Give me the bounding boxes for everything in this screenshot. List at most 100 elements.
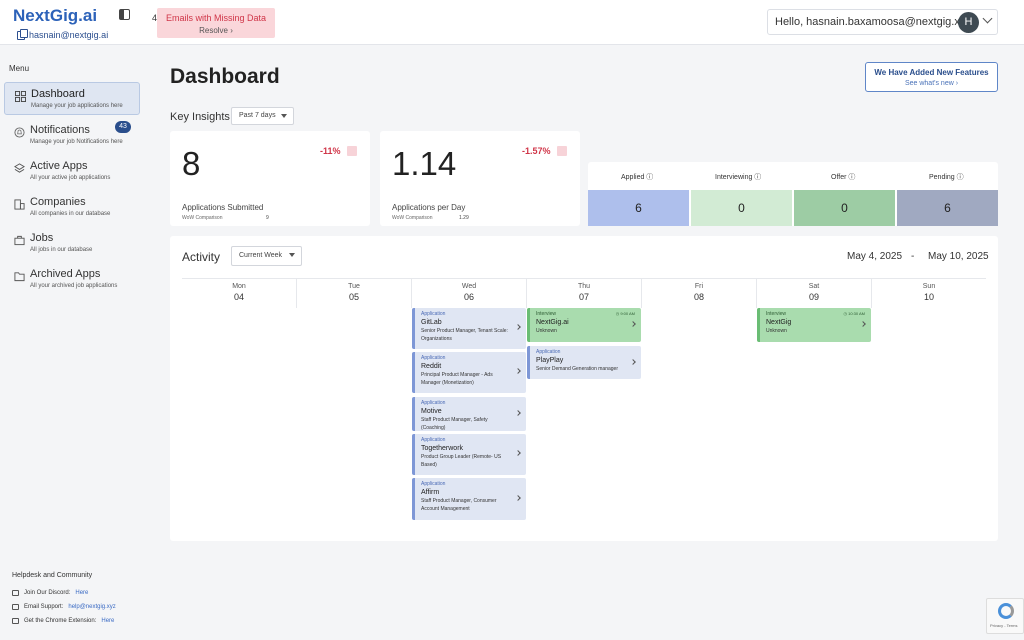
resolve-link[interactable]: Resolve › [157,26,275,35]
sidebar-item-subtitle: Manage your job applications here [31,103,123,109]
status-value-interviewing[interactable]: 0 [691,190,792,226]
stat-change: -1.57% [522,146,551,156]
activity-event-card[interactable]: Application Affirm Staff Product Manager… [412,478,526,520]
help-text: Email Support: [24,604,64,610]
chevron-right-icon [515,450,521,457]
missing-data-alert[interactable]: Emails with Missing Data Resolve › [157,8,275,38]
sidebar-item-subtitle: Manage your job Notifications here [30,139,123,145]
briefcase-icon [14,235,25,246]
activity-range-value: Current Week [239,252,283,259]
key-insights-label: Key Insights [170,111,230,123]
features-title: We Have Added New Features [874,68,989,77]
recaptcha-badge[interactable]: Privacy - Terms [986,598,1024,634]
chevron-right-icon [515,494,521,501]
sidebar-item-subtitle: All jobs in our database [30,247,93,253]
day-column-sat: Sat 09 [757,278,871,308]
sidebar-item-subtitle: All your active job applications [30,175,111,181]
day-column-wed: Wed 06 [412,278,526,308]
recaptcha-text[interactable]: Privacy - Terms [990,623,1017,628]
stat-comparison-value: 1.29 [459,215,469,221]
sidebar-item-notifications[interactable]: Notifications 43 Manage your job Notific… [4,119,140,152]
event-time: ◷ 10:30 AM [843,311,865,316]
status-label-offer: Offer ⓘ [831,174,856,181]
activity-event-card[interactable]: Application Reddit Principal Product Man… [412,352,526,393]
week-start-date: May 4, 2025 [847,251,903,262]
chevron-right-icon [630,359,636,365]
status-value-applied[interactable]: 6 [588,190,689,226]
sidebar-item-label: Dashboard [31,88,85,100]
activity-event-card[interactable]: Application PlayPlay Senior Demand Gener… [527,346,641,379]
menu-label: Menu [9,64,30,73]
sidebar-item-companies[interactable]: Companies All companies in our database [4,191,140,224]
chevron-right-icon [515,368,521,375]
copy-icon[interactable] [17,28,28,40]
discord-icon [12,590,19,596]
sidebar-item-jobs[interactable]: Jobs All jobs in our database [4,227,140,260]
caret-down-icon [281,114,287,118]
activity-event-card[interactable]: Interview ◷ 10:30 AM NextGig Unknown [757,308,871,342]
trend-down-icon [557,146,567,156]
day-column-tue: Tue 05 [297,278,411,308]
sidebar-item-label: Active Apps [30,160,88,172]
applications-per-day-card: 1.14 -1.57% Applications per Day WoW Com… [380,131,580,226]
page-title: Dashboard [170,65,280,88]
sidebar-item-active-apps[interactable]: Active Apps All your active job applicat… [4,155,140,188]
new-features-banner[interactable]: We Have Added New Features See what's ne… [865,62,998,92]
activity-range-select[interactable]: Current Week [231,246,302,266]
day-column-thu: Thu 07 [527,278,641,308]
activity-event-card[interactable]: Interview ◷ 9:00 AM NextGig.ai Unknown [527,308,641,342]
notification-count-badge: 43 [115,121,131,133]
sidebar-item-dashboard[interactable]: Dashboard Manage your job applications h… [4,82,140,115]
activity-event-card[interactable]: Application Motive Staff Product Manager… [412,397,526,431]
sidebar-item-label: Jobs [30,232,54,244]
help-extension-row: Get the Chrome Extension: Here [12,618,114,624]
status-value-pending[interactable]: 6 [897,190,998,226]
trend-down-icon [347,146,357,156]
folder-icon [14,272,25,282]
account-email-row[interactable]: hasnain@nextgig.ai [17,28,108,40]
extension-link[interactable]: Here [101,618,114,624]
activity-event-card[interactable]: Application Togetherwork Product Group L… [412,434,526,475]
status-label-applied: Applied ⓘ [621,174,654,181]
status-value-offer[interactable]: 0 [794,190,895,226]
extension-icon [12,618,19,624]
stat-comparison-label: WoW Comparison [392,215,433,221]
sidebar-item-label: Archived Apps [30,268,101,280]
avatar[interactable]: H [958,12,979,33]
chevron-down-icon[interactable] [982,13,993,24]
chevron-right-icon [630,321,636,328]
stat-comparison-value: 9 [266,215,269,221]
building-icon [14,199,25,210]
chevron-right-icon [515,324,521,331]
status-label-pending: Pending ⓘ [929,174,964,181]
stat-value: 1.14 [392,145,457,182]
stat-label: Applications per Day [392,203,466,212]
support-email-link[interactable]: help@nextgig.xyz [68,604,115,610]
user-menu[interactable]: Hello, hasnain.baxamoosa@nextgig.xyz H [767,9,998,35]
day-column-sun: Sun 10 [872,278,986,308]
applications-submitted-card: 8 -11% Applications Submitted WoW Compar… [170,131,370,226]
caret-down-icon [289,253,295,257]
sidebar-item-archived-apps[interactable]: Archived Apps All your archived job appl… [4,263,140,296]
date-range-dash: - [911,251,915,262]
app-logo[interactable]: NextGig.ai [13,6,97,26]
sidebar-item-subtitle: All your archived job applications [30,283,118,289]
sidebar-item-label: Companies [30,196,86,208]
day-column-mon: Mon 04 [182,278,296,308]
help-email-row: Email Support: help@nextgig.xyz [12,604,116,610]
stat-change: -11% [320,146,341,156]
insights-range-select[interactable]: Past 7 days [231,107,294,125]
stat-label: Applications Submitted [182,203,264,212]
activity-event-card[interactable]: Application GitLab Senior Product Manage… [412,308,526,349]
top-bar: NextGig.ai hasnain@nextgig.ai 48 Emails … [0,0,1024,45]
layers-icon [14,163,25,173]
chevron-right-icon [515,410,521,417]
sidebar-toggle-icon[interactable] [119,9,130,20]
stat-comparison-label: WoW Comparison [182,215,223,221]
bell-icon [14,127,25,138]
activity-title: Activity [182,250,221,264]
help-discord-row: Join Our Discord: Here [12,590,88,596]
chevron-right-icon [860,321,866,328]
discord-link[interactable]: Here [75,590,88,596]
see-whats-new-link[interactable]: See what's new › [866,80,997,87]
